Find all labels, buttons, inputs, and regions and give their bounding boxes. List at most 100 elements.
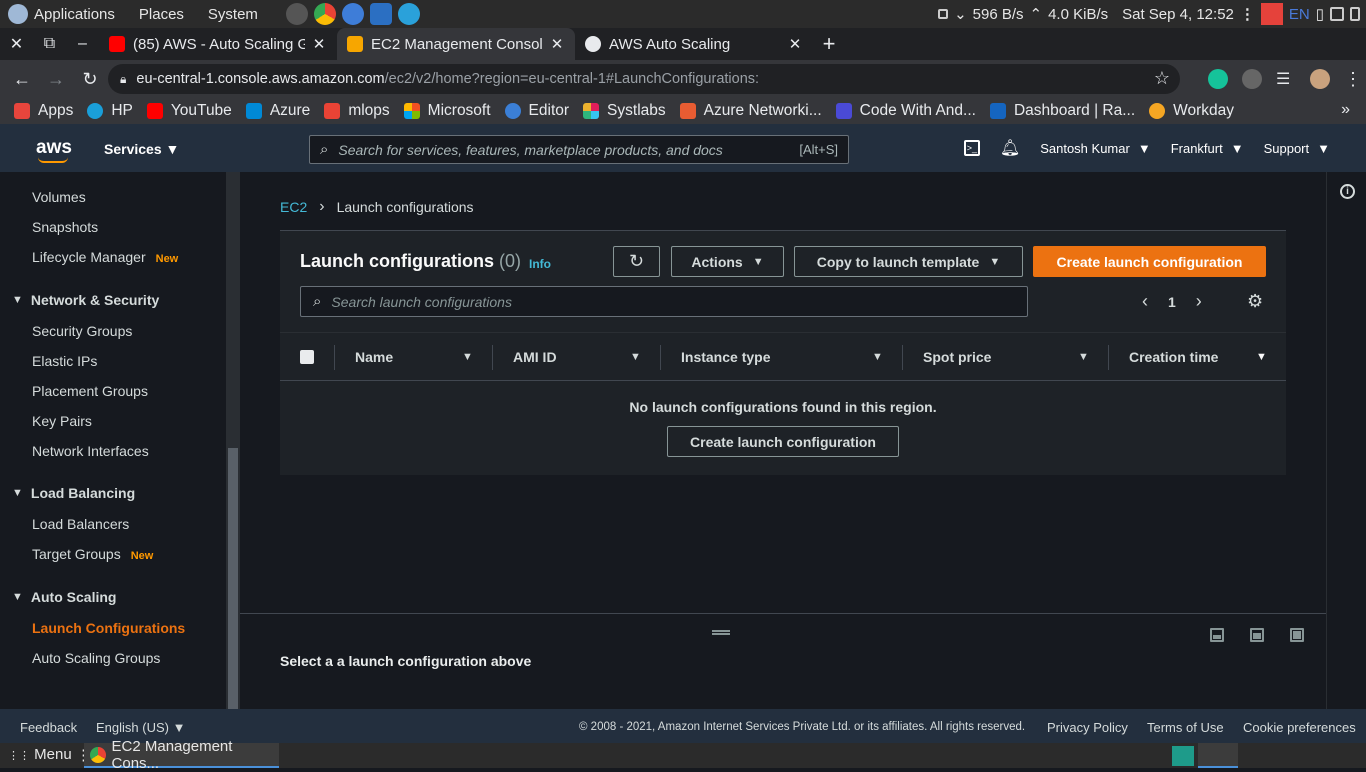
aws-logo[interactable]: aws bbox=[36, 137, 72, 159]
sidebar-section-auto-scaling[interactable]: ▼ Auto Scaling bbox=[12, 589, 116, 605]
reading-list-icon[interactable]: ☰ bbox=[1276, 69, 1296, 89]
bulb-icon[interactable]: ▯ bbox=[1316, 5, 1324, 23]
sidebar-item-launch-configurations[interactable]: Launch Configurations bbox=[32, 620, 185, 636]
bookmark-azure-networking[interactable]: Azure Networki... bbox=[679, 102, 822, 120]
os-menu-applications[interactable]: Applications bbox=[34, 6, 115, 23]
keyboard-lang[interactable]: EN bbox=[1289, 6, 1310, 23]
sidebar-item-key-pairs[interactable]: Key Pairs bbox=[32, 413, 92, 429]
os-menu-places[interactable]: Places bbox=[139, 6, 184, 23]
column-header-spot-price[interactable]: Spot price bbox=[923, 349, 991, 365]
aws-search-box[interactable]: ⌕ Search for services, features, marketp… bbox=[309, 135, 849, 164]
bookmark-apps[interactable]: Apps bbox=[14, 102, 73, 120]
back-arrow-icon[interactable]: ← bbox=[6, 63, 38, 95]
bookmarks-overflow-icon[interactable]: » bbox=[1341, 101, 1350, 119]
bookmark-editor[interactable]: Editor bbox=[504, 102, 569, 120]
bookmark-code-with-andrea[interactable]: Code With And... bbox=[835, 102, 976, 120]
sort-desc-icon[interactable]: ▼ bbox=[1256, 351, 1267, 363]
sidebar-item-auto-scaling-groups[interactable]: Auto Scaling Groups bbox=[32, 650, 160, 666]
privacy-policy-link[interactable]: Privacy Policy bbox=[1047, 720, 1128, 735]
bookmark-workday[interactable]: Workday bbox=[1149, 102, 1234, 120]
window-restore-icon[interactable]: ⧉ bbox=[33, 28, 66, 60]
services-menu[interactable]: Services ▼ bbox=[104, 141, 179, 157]
tab-close-icon[interactable]: ✕ bbox=[549, 35, 565, 53]
chrome-icon[interactable] bbox=[313, 3, 336, 25]
select-all-checkbox[interactable] bbox=[300, 350, 314, 364]
sort-icon[interactable]: ▼ bbox=[630, 351, 641, 363]
sidebar-item-volumes[interactable]: Volumes bbox=[32, 189, 86, 205]
sidebar-item-load-balancers[interactable]: Load Balancers bbox=[32, 516, 129, 532]
cookie-preferences-link[interactable]: Cookie preferences bbox=[1243, 720, 1356, 735]
create-launch-configuration-button[interactable]: Create launch configuration bbox=[1033, 246, 1266, 277]
os-clock[interactable]: Sat Sep 4, 12:52 bbox=[1122, 6, 1234, 23]
sidebar-item-placement-groups[interactable]: Placement Groups bbox=[32, 383, 148, 399]
language-selector[interactable]: English (US) ▼ bbox=[96, 720, 185, 735]
feedback-link[interactable]: Feedback bbox=[20, 720, 77, 735]
support-menu[interactable]: Support ▼ bbox=[1264, 141, 1330, 156]
bell-icon[interactable]: 🔔︎ bbox=[1000, 138, 1020, 158]
gear-icon[interactable]: ⚙ bbox=[1247, 291, 1263, 312]
chevron-right-icon[interactable]: › bbox=[1196, 291, 1202, 312]
copy-to-launch-template-button[interactable]: Copy to launch template ▼ bbox=[794, 246, 1023, 277]
cloudshell-icon[interactable]: >_ bbox=[963, 140, 980, 156]
bookmark-hp[interactable]: HP bbox=[87, 102, 133, 120]
app-launcher-icon[interactable] bbox=[341, 3, 364, 25]
launch-configurations-search-input[interactable]: ⌕ Search launch configurations bbox=[300, 286, 1028, 317]
new-tab-plus-icon[interactable]: + bbox=[813, 28, 845, 60]
column-header-name[interactable]: Name bbox=[355, 349, 393, 365]
vscode-icon[interactable] bbox=[369, 3, 392, 25]
chrome-menu-icon[interactable]: ⋮ bbox=[1344, 69, 1362, 89]
sidebar-section-load-balancing[interactable]: ▼ Load Balancing bbox=[12, 485, 135, 501]
taskbar-task-chrome[interactable]: EC2 Management Cons... bbox=[84, 738, 279, 772]
window-close-icon[interactable]: ✕ bbox=[0, 28, 33, 60]
extension-icon[interactable] bbox=[1242, 69, 1262, 89]
workspace-icon[interactable] bbox=[1172, 746, 1194, 766]
tab-close-icon[interactable]: ✕ bbox=[787, 35, 803, 53]
sidebar-item-elastic-ips[interactable]: Elastic IPs bbox=[32, 353, 97, 369]
column-header-creation-time[interactable]: Creation time bbox=[1129, 349, 1218, 365]
empty-create-launch-configuration-button[interactable]: Create launch configuration bbox=[667, 426, 899, 457]
tray-chrome-icon[interactable] bbox=[1198, 743, 1238, 768]
sidebar-scrollbar-thumb[interactable] bbox=[228, 448, 238, 709]
anydesk-icon[interactable] bbox=[1260, 3, 1283, 25]
grammarly-extension-icon[interactable] bbox=[1208, 69, 1228, 89]
sort-icon[interactable]: ▼ bbox=[1078, 351, 1089, 363]
address-bar[interactable]: 🔒︎ eu-central-1.console.aws.amazon.com/e… bbox=[108, 64, 1180, 94]
user-menu[interactable]: Santosh Kumar ▼ bbox=[1040, 141, 1150, 156]
bookmark-systlabs[interactable]: Systlabs bbox=[583, 102, 666, 120]
tab-aws-auto-scaling[interactable]: AWS Auto Scaling ✕ bbox=[575, 28, 813, 60]
split-side-icon[interactable] bbox=[1250, 628, 1264, 642]
os-menu-system[interactable]: System bbox=[208, 6, 258, 23]
telegram-icon[interactable] bbox=[397, 3, 420, 25]
bookmark-youtube[interactable]: YouTube bbox=[146, 102, 232, 120]
terms-of-use-link[interactable]: Terms of Use bbox=[1147, 720, 1224, 735]
tab-ec2-console[interactable]: EC2 Management Console ✕ bbox=[337, 28, 575, 60]
start-menu-button[interactable]: ⋮⋮ Menu bbox=[8, 746, 72, 763]
column-header-instance-type[interactable]: Instance type bbox=[681, 349, 770, 365]
bookmark-dashboard[interactable]: Dashboard | Ra... bbox=[989, 102, 1135, 120]
column-header-ami-id[interactable]: AMI ID bbox=[513, 349, 557, 365]
sidebar-item-target-groups[interactable]: Target Groups New bbox=[32, 546, 153, 562]
lock-icon[interactable]: 🔒︎ bbox=[120, 72, 126, 87]
refresh-button[interactable]: ↻ bbox=[613, 246, 660, 277]
reload-icon[interactable]: ↻ bbox=[74, 63, 106, 95]
actions-button[interactable]: Actions ▼ bbox=[671, 246, 784, 277]
split-panel-drag-handle[interactable] bbox=[712, 630, 730, 635]
dots-icon[interactable]: ⋮ bbox=[1240, 5, 1255, 23]
forward-arrow-icon[interactable]: → bbox=[40, 63, 72, 95]
sort-icon[interactable]: ▼ bbox=[872, 351, 883, 363]
current-page[interactable]: 1 bbox=[1168, 294, 1176, 310]
display-icon[interactable] bbox=[1330, 7, 1344, 21]
sidebar-item-lifecycle-manager[interactable]: Lifecycle Manager New bbox=[32, 249, 178, 265]
terminal-icon[interactable] bbox=[285, 3, 308, 25]
info-icon[interactable]: i bbox=[1340, 184, 1355, 199]
sidebar-section-network-security[interactable]: ▼ Network & Security bbox=[12, 292, 159, 308]
region-menu[interactable]: Frankfurt ▼ bbox=[1171, 141, 1244, 156]
tab-youtube[interactable]: (85) AWS - Auto Scaling G ✕ bbox=[99, 28, 337, 60]
breadcrumb-ec2-link[interactable]: EC2 bbox=[280, 199, 307, 215]
sidebar-item-security-groups[interactable]: Security Groups bbox=[32, 323, 132, 339]
bookmark-mlops[interactable]: mlops bbox=[324, 102, 390, 120]
sort-icon[interactable]: ▼ bbox=[462, 351, 473, 363]
chevron-left-icon[interactable]: ‹ bbox=[1142, 291, 1148, 312]
split-bottom-icon[interactable] bbox=[1210, 628, 1224, 642]
profile-avatar[interactable] bbox=[1310, 69, 1330, 89]
